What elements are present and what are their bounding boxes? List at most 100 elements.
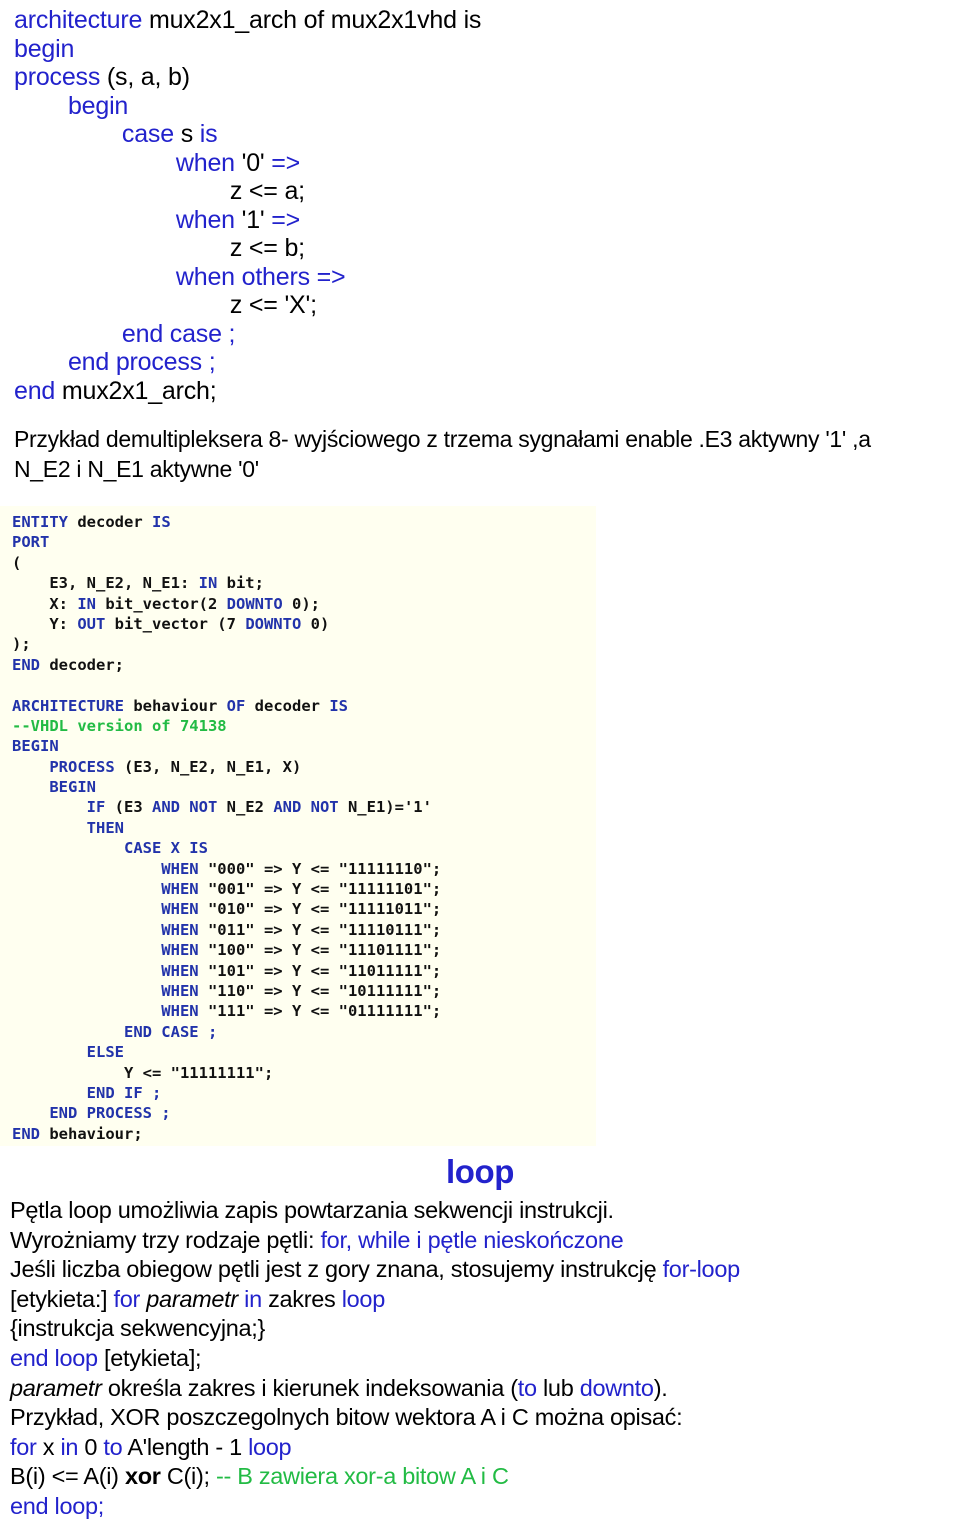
code-token: OF: [226, 696, 255, 715]
code-token: Y:: [12, 614, 78, 633]
code-token: );: [12, 635, 31, 654]
code-token: END: [12, 1124, 50, 1143]
code-token: "001" => Y <= "11111101";: [207, 880, 442, 899]
code-token: AND NOT: [273, 798, 348, 817]
code-token: parametr: [10, 1374, 102, 1401]
code-line: WHEN "000" => Y <= "11111110";: [12, 859, 441, 879]
code-token: (E3: [114, 798, 152, 817]
code-line: PORT: [12, 532, 441, 552]
code-line: X: IN bit_vector(2 DOWNTO 0);: [12, 594, 441, 614]
code-token: WHEN: [12, 981, 208, 1000]
loop-section-body: Pętla loop umożliwia zapis powtarzania s…: [10, 1196, 954, 1522]
document-page: architecture mux2x1_arch of mux2x1vhd is…: [0, 0, 960, 1519]
code-token: end: [14, 376, 62, 405]
code-token: ARCHITECTURE: [12, 696, 134, 715]
code-token: ).: [653, 1374, 668, 1401]
code-token: END CASE ;: [12, 1022, 218, 1041]
code-token: =>: [271, 205, 301, 234]
code-token: when: [14, 205, 242, 234]
code-token: in: [244, 1285, 269, 1312]
code-token: end loop;: [10, 1492, 104, 1519]
code-line: WHEN "001" => Y <= "11111101";: [12, 879, 441, 899]
code-token: OUT: [77, 614, 115, 633]
code-token: zakres: [268, 1285, 342, 1312]
code-line: when others =>: [14, 263, 944, 292]
code-token: behaviour: [133, 696, 227, 715]
code-line: [etykieta:] for parametr in zakres loop: [10, 1285, 954, 1315]
code-line: Wyrożniamy trzy rodzaje pętli: for, whil…: [10, 1226, 954, 1256]
code-line: BEGIN: [12, 777, 441, 797]
code-token: IS: [329, 696, 348, 715]
code-token: loop: [341, 1285, 386, 1312]
code-token: Y <= "11111111";: [12, 1063, 274, 1082]
code-token: WHEN: [12, 859, 208, 878]
code-token: loop: [248, 1433, 292, 1460]
code-token: END PROCESS ;: [12, 1104, 171, 1123]
code-token: [etykieta];: [104, 1344, 202, 1371]
code-token: X:: [12, 594, 78, 613]
code-token: --VHDL version of 74138: [12, 716, 227, 735]
code-line: WHEN "010" => Y <= "11111011";: [12, 899, 441, 919]
code-token: for, while i pętle nieskończone: [320, 1226, 624, 1253]
code-line: WHEN "111" => Y <= "01111111";: [12, 1001, 441, 1021]
code-token: Jeśli liczba obiegow pętli jest z gory z…: [10, 1256, 663, 1283]
code-token: "111" => Y <= "01111111";: [207, 1002, 442, 1021]
code-token: decoder;: [49, 655, 124, 674]
code-token: 0): [310, 614, 330, 633]
code-line: END CASE ;: [12, 1022, 441, 1042]
decoder-code-text: ENTITY decoder IS PORT( E3, N_E2, N_E1: I…: [12, 512, 441, 1144]
code-token: ELSE: [12, 1043, 124, 1062]
code-token: -- B zawiera xor-a bitow A i C: [215, 1463, 509, 1490]
code-line: WHEN "110" => Y <= "10111111";: [12, 981, 441, 1001]
code-token: bit_vector(2: [105, 594, 227, 613]
code-line: PROCESS (E3, N_E2, N_E1, X): [12, 757, 441, 777]
code-token: process: [14, 63, 107, 91]
code-token: z <= b;: [14, 234, 305, 262]
code-token: "011" => Y <= "11110111";: [207, 920, 442, 939]
code-token: when: [14, 148, 242, 177]
code-token: architecture: [14, 6, 149, 34]
code-line: end mux2x1_arch;: [14, 377, 944, 406]
code-token: AND NOT: [151, 798, 227, 817]
code-token: bit_vector (7: [114, 614, 246, 633]
code-token: {instrukcja sekwencyjna;}: [10, 1315, 266, 1342]
code-token: when others =>: [14, 262, 346, 291]
code-line: THEN: [12, 818, 441, 838]
code-line: );: [12, 634, 441, 654]
code-line: when '1' =>: [14, 206, 944, 235]
code-token: in: [60, 1433, 85, 1460]
code-token: (E3, N_E2, N_E1, X): [123, 757, 302, 776]
code-token: END IF ;: [12, 1083, 162, 1102]
code-line: end process ;: [14, 348, 944, 377]
code-line: (: [12, 553, 441, 573]
code-token: WHEN: [12, 941, 208, 960]
code-token: DOWNTO: [245, 614, 311, 633]
code-token: DOWNTO: [226, 594, 292, 613]
code-line: END decoder;: [12, 655, 441, 675]
decoder-code-block: ENTITY decoder IS PORT( E3, N_E2, N_E1: I…: [0, 506, 596, 1146]
code-line: WHEN "011" => Y <= "11110111";: [12, 920, 441, 940]
code-line: BEGIN: [12, 736, 441, 756]
code-token: end loop: [10, 1344, 104, 1371]
code-token: WHEN: [12, 900, 208, 919]
code-token: A'length - 1: [127, 1433, 249, 1460]
code-line: end loop [etykieta];: [10, 1344, 954, 1374]
code-token: 0: [84, 1433, 104, 1460]
code-line: end case ;: [14, 320, 944, 349]
code-line: begin: [14, 92, 944, 121]
code-line: z <= b;: [14, 234, 944, 263]
code-token: PORT: [12, 533, 50, 552]
code-token: THEN: [12, 818, 124, 837]
loop-section-heading: loop: [445, 1153, 515, 1190]
code-token: "101" => Y <= "11011111";: [207, 961, 442, 980]
code-token: "100" => Y <= "11101111";: [207, 941, 442, 960]
code-token: to: [517, 1374, 543, 1401]
code-token: Pętla loop umożliwia zapis powtarzania s…: [10, 1197, 614, 1223]
code-token: [etykieta:]: [10, 1285, 114, 1312]
code-token: downto: [579, 1374, 654, 1401]
code-token: end process ;: [14, 348, 216, 376]
code-line: END behaviour;: [12, 1124, 441, 1144]
code-token: N_E1)='1': [347, 798, 432, 817]
demux-description-paragraph: Przykład demultipleksera 8- wyjściowego …: [14, 424, 954, 484]
